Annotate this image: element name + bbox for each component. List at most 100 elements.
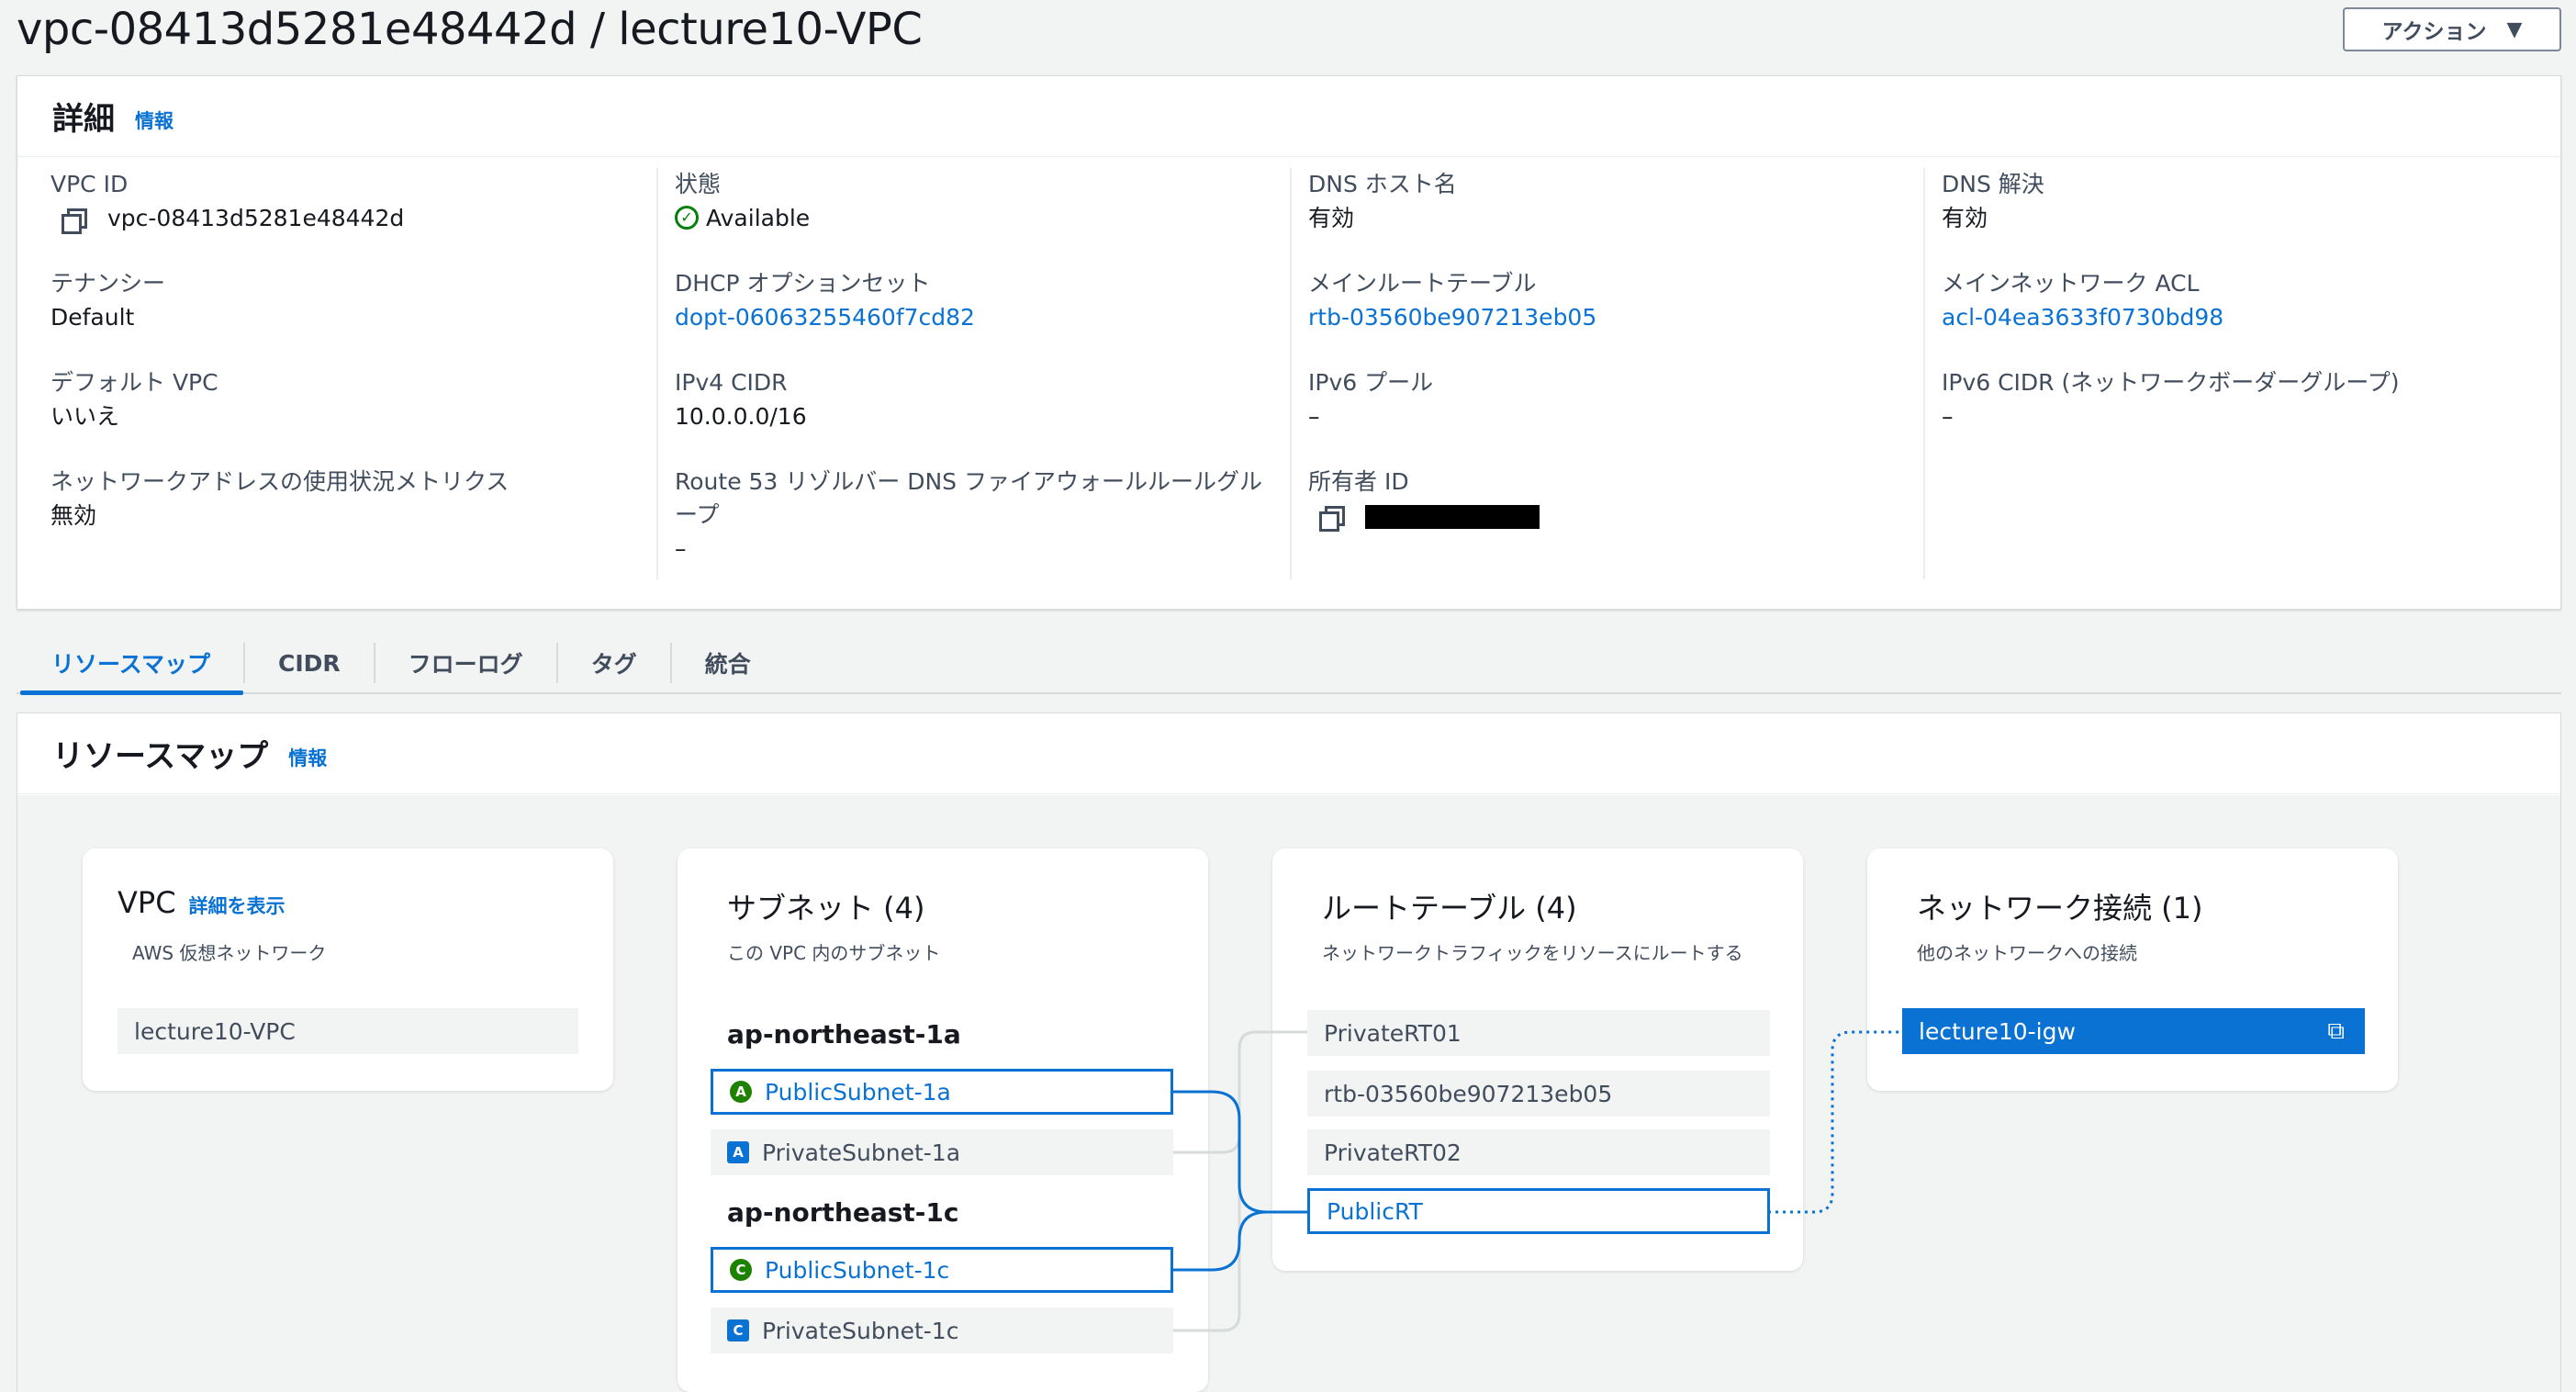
actions-button[interactable]: アクション ▼	[2343, 7, 2561, 51]
check-circle-icon: ✓	[675, 206, 699, 230]
route-table-card-title: ルートテーブル (4)	[1322, 891, 1577, 926]
field-ipv6-cidr: IPv6 CIDR (ネットワークボーダーグループ) –	[1942, 366, 2400, 434]
field-main-acl: メインネットワーク ACL acl-04ea3633f0730bd98	[1942, 267, 2223, 335]
route-table-item[interactable]: rtb-03560be907213eb05	[1307, 1071, 1770, 1117]
route-table-item[interactable]: PrivateRT01	[1307, 1010, 1770, 1056]
field-label: 所有者 ID	[1308, 468, 1409, 495]
route-table-card: ルートテーブル (4) ネットワークトラフィックをリソースにルートする Priv…	[1272, 848, 1803, 1271]
vpc-details-link[interactable]: 詳細を表示	[189, 895, 286, 917]
details-column-1: VPC ID vpc-08413d5281e48442d テナンシー Defau…	[34, 168, 667, 579]
details-column-2: 状態 ✓ Available DHCP オプションセット dopt-0606325…	[656, 168, 1290, 579]
field-label: IPv6 CIDR (ネットワークボーダーグループ)	[1942, 369, 2400, 396]
subnet-name: PrivateSubnet-1c	[762, 1317, 959, 1344]
az-label: ap-northeast-1a	[727, 1019, 961, 1050]
subnet-item-private-1c[interactable]: C PrivateSubnet-1c	[711, 1308, 1173, 1353]
field-label: DNS 解決	[1942, 171, 2044, 197]
resource-map-header: リソースマップ 情報	[17, 713, 2560, 794]
network-card-subtitle: 他のネットワークへの接続	[1917, 942, 2137, 964]
field-label: テナンシー	[50, 270, 166, 297]
vpc-card-title-text: VPC	[118, 885, 176, 920]
subnet-item-public-1c[interactable]: C PublicSubnet-1c	[711, 1247, 1173, 1293]
field-value: 有効	[1942, 205, 1988, 231]
field-value: vpc-08413d5281e48442d	[107, 205, 405, 231]
copy-icon[interactable]	[1317, 504, 1345, 532]
actions-label: アクション	[2381, 20, 2487, 44]
field-dns-resolution: DNS 解決 有効	[1942, 168, 2044, 236]
field-main-route-table: メインルートテーブル rtb-03560be907213eb05	[1308, 267, 1596, 335]
field-label: ネットワークアドレスの使用状況メトリクス	[50, 468, 510, 495]
route-table-item[interactable]: PrivateRT02	[1307, 1129, 1770, 1175]
field-label-cont: ープ	[675, 501, 720, 528]
dhcp-options-link[interactable]: dopt-06063255460f7cd82	[675, 304, 975, 331]
vpc-card: VPC 詳細を表示 AWS 仮想ネットワーク lecture10-VPC	[83, 848, 613, 1091]
field-value: 無効	[50, 502, 97, 529]
details-title: 詳細	[52, 101, 115, 138]
caret-down-icon: ▼	[2506, 17, 2523, 41]
vpc-item[interactable]: lecture10-VPC	[118, 1008, 578, 1054]
field-value: いいえ	[50, 403, 120, 430]
field-dns-hostnames: DNS ホスト名 有効	[1308, 168, 1457, 236]
main-acl-link[interactable]: acl-04ea3633f0730bd98	[1942, 304, 2223, 331]
tab-bar: リソースマップ CIDR フローログ タグ 統合	[17, 634, 2561, 695]
subnet-item-public-1a[interactable]: A PublicSubnet-1a	[711, 1069, 1173, 1115]
field-dhcp: DHCP オプションセット dopt-06063255460f7cd82	[675, 267, 975, 335]
redacted-owner-id	[1365, 505, 1540, 529]
route-table-card-subtitle: ネットワークトラフィックをリソースにルートする	[1322, 942, 1743, 964]
az-c-badge-icon: C	[727, 1319, 749, 1341]
igw-item[interactable]: lecture10-igw ⧉	[1902, 1008, 2365, 1054]
subnet-card: サブネット (4) この VPC 内のサブネット ap-northeast-1a…	[678, 848, 1208, 1392]
subnet-name: PrivateSubnet-1a	[762, 1139, 961, 1166]
field-label: VPC ID	[50, 171, 129, 197]
vpc-card-subtitle: AWS 仮想ネットワーク	[132, 942, 327, 964]
external-link-icon: ⧉	[2327, 1016, 2345, 1045]
field-tenancy: テナンシー Default	[50, 267, 165, 335]
field-label: IPv6 プール	[1308, 369, 1434, 396]
subnet-card-subtitle: この VPC 内のサブネット	[727, 942, 941, 964]
details-column-4: DNS 解決 有効 メインネットワーク ACL acl-04ea3633f073…	[1923, 168, 2557, 579]
field-state: 状態 ✓ Available	[675, 168, 810, 236]
field-value: 10.0.0.0/16	[675, 403, 807, 430]
resource-map-title: リソースマップ	[52, 738, 269, 775]
tab-cidr[interactable]: CIDR	[243, 643, 374, 683]
field-label: DHCP オプションセット	[675, 270, 931, 297]
field-ipv4-cidr: IPv4 CIDR 10.0.0.0/16	[675, 366, 807, 434]
details-panel: 詳細 情報 VPC ID vpc-08413d5281e48442d テナンシー…	[17, 75, 2561, 610]
details-column-3: DNS ホスト名 有効 メインルートテーブル rtb-03560be907213…	[1290, 168, 1923, 579]
status-value: Available	[706, 205, 811, 231]
igw-name: lecture10-igw	[1919, 1017, 2076, 1045]
network-card-title: ネットワーク接続 (1)	[1917, 891, 2203, 926]
field-value: –	[1942, 403, 1954, 430]
resource-map-info-link[interactable]: 情報	[288, 744, 327, 771]
field-ipv6-pool: IPv6 プール –	[1308, 366, 1433, 434]
network-connections-card: ネットワーク接続 (1) 他のネットワークへの接続 lecture10-igw …	[1867, 848, 2398, 1091]
tab-integrations[interactable]: 統合	[669, 643, 784, 683]
subnet-item-private-1a[interactable]: A PrivateSubnet-1a	[711, 1129, 1173, 1175]
field-label: メインルートテーブル	[1308, 270, 1537, 297]
subnet-card-title: サブネット (4)	[727, 891, 925, 926]
tab-tags[interactable]: タグ	[555, 643, 670, 683]
az-a-badge-icon: A	[727, 1141, 749, 1163]
field-label: DNS ホスト名	[1308, 171, 1457, 197]
az-a-badge-icon: A	[730, 1081, 752, 1103]
field-vpc-id: VPC ID vpc-08413d5281e48442d	[50, 168, 404, 236]
field-route53-firewall: Route 53 リゾルバー DNS ファイアウォールルールグル ープ –	[675, 466, 1262, 567]
field-value: Default	[50, 304, 135, 331]
field-default-vpc: デフォルト VPC いいえ	[50, 366, 218, 434]
tab-resource-map[interactable]: リソースマップ	[17, 643, 244, 695]
field-label: メインネットワーク ACL	[1942, 270, 2200, 297]
az-label: ap-northeast-1c	[727, 1197, 959, 1228]
field-label: 状態	[675, 171, 722, 197]
tab-flow-logs[interactable]: フローログ	[373, 643, 556, 683]
route-table-item-public[interactable]: PublicRT	[1307, 1188, 1770, 1234]
field-value: 有効	[1308, 205, 1355, 231]
az-c-badge-icon: C	[730, 1259, 752, 1281]
details-info-link[interactable]: 情報	[135, 107, 174, 134]
field-value: –	[1308, 403, 1320, 430]
field-label: デフォルト VPC	[50, 369, 218, 396]
copy-icon[interactable]	[60, 207, 87, 234]
field-owner-id: 所有者 ID	[1308, 466, 1540, 533]
subnet-name: PublicSubnet-1c	[765, 1256, 950, 1284]
main-route-table-link[interactable]: rtb-03560be907213eb05	[1308, 304, 1596, 331]
field-value: –	[675, 535, 687, 562]
page-title: vpc-08413d5281e48442d / lecture10-VPC	[17, 4, 923, 55]
